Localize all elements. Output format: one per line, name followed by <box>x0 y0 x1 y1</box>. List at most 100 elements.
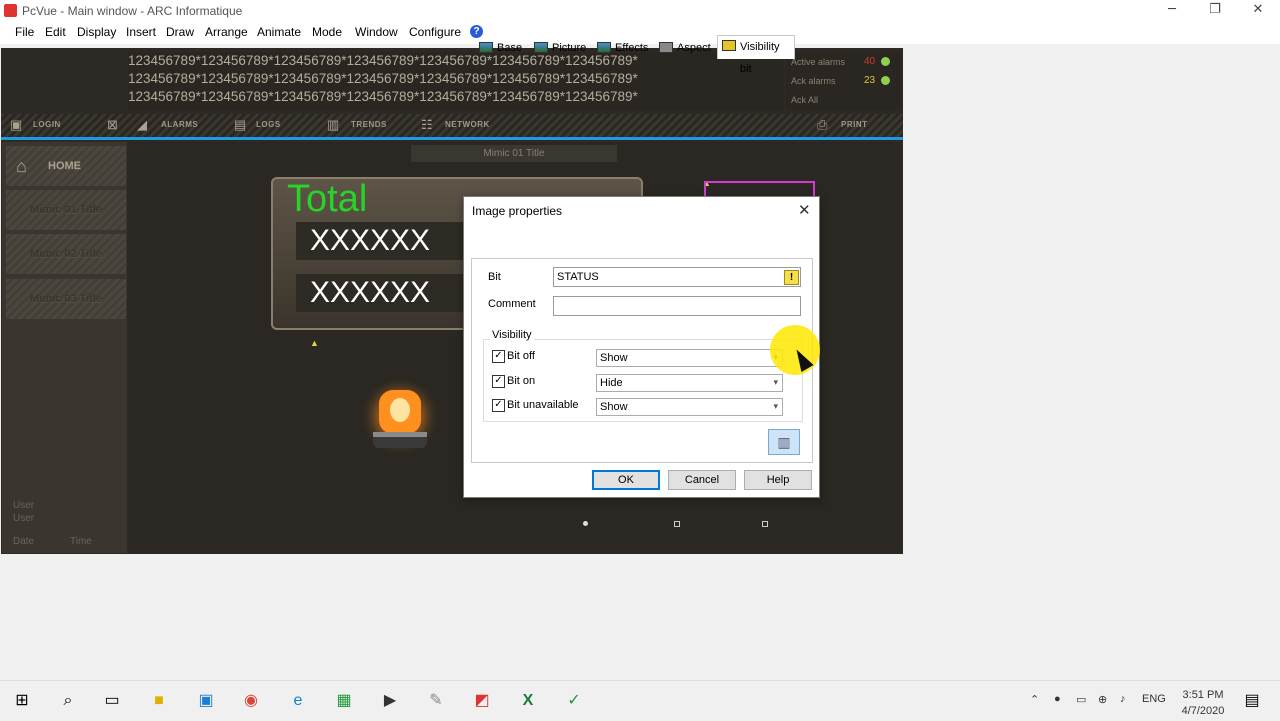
logs-icon: ▤ <box>234 117 247 132</box>
notification-icon[interactable]: ▤ <box>1240 689 1264 713</box>
menu-edit[interactable]: Edit <box>45 25 66 39</box>
network-icon[interactable]: ⊕ <box>1098 693 1107 706</box>
ack-alarms-count: 23 <box>864 75 876 86</box>
login-icon: ▣ <box>10 117 23 132</box>
nav-trends[interactable]: TRENDS <box>351 120 387 129</box>
edge-icon[interactable]: e <box>286 689 310 713</box>
visibility-group-label: Visibility <box>490 329 534 341</box>
app-icon[interactable]: ▣ <box>194 689 218 713</box>
help-icon[interactable]: ? <box>470 25 483 38</box>
bit-on-select[interactable]: Hide ▾ <box>596 374 783 392</box>
alarm-summary: Active alarms 40 Ack alarms 23 Ack All <box>786 52 901 110</box>
windows-start-icon[interactable]: ⊞ <box>10 689 34 713</box>
bit-on-value: Hide <box>600 377 623 389</box>
paint-icon[interactable]: ✎ <box>424 689 448 713</box>
tab-picture[interactable]: Picture <box>530 38 586 58</box>
restore-button[interactable]: ❐ <box>1193 0 1237 22</box>
nav-logs[interactable]: LOGS <box>256 120 281 129</box>
file-explorer-icon[interactable]: ■ <box>147 689 171 713</box>
minimize-button[interactable]: ─ <box>1150 0 1194 22</box>
print-icon: ⎙ <box>817 117 828 132</box>
chevron-up-icon[interactable]: ⌃ <box>1030 693 1039 706</box>
nav-alarms[interactable]: ALARMS <box>161 120 198 129</box>
language-indicator[interactable]: ENG <box>1142 693 1166 705</box>
chrome-icon[interactable]: ◉ <box>239 689 263 713</box>
nav-network[interactable]: NETWORK <box>445 120 490 129</box>
bit-unavailable-checkbox[interactable]: ✓ <box>492 399 505 412</box>
menu-arrange[interactable]: Arrange <box>205 25 248 39</box>
variable-browse-icon[interactable]: ! <box>784 270 799 285</box>
bit-unavailable-select[interactable]: Show ▾ <box>596 398 783 416</box>
menu-mode[interactable]: Mode <box>312 25 342 39</box>
date-label: Date <box>13 536 35 547</box>
tab-label: Effects <box>615 42 649 54</box>
bit-off-checkbox[interactable]: ✓ <box>492 350 505 363</box>
beacon-light-image[interactable] <box>360 380 440 470</box>
tab-aspect[interactable]: Aspect <box>655 38 711 58</box>
cancel-button[interactable]: Cancel <box>668 470 736 490</box>
microphone-icon[interactable]: ● <box>1054 693 1061 705</box>
mimic-title: Mimic 01 Title <box>411 145 617 162</box>
dialog-title: Image properties <box>472 204 563 218</box>
menu-configure[interactable]: Configure <box>409 25 461 39</box>
menu-draw[interactable]: Draw <box>166 25 194 39</box>
clock-date: 4/7/2020 <box>1181 705 1225 717</box>
title-bar: PcVue - Main window - ARC Informatique ─… <box>0 0 1280 22</box>
selection-handle[interactable] <box>762 521 768 527</box>
visibility-icon <box>722 40 736 51</box>
checklist-icon[interactable]: ✓ <box>562 689 586 713</box>
nav-bar: ▣ LOGIN ⊠ ◢ ALARMS ▤ LOGS ▥ TRENDS ☷ NET… <box>1 114 903 138</box>
chevron-down-icon: ▾ <box>773 402 778 412</box>
user-label: User <box>13 513 35 524</box>
battery-icon[interactable]: ▭ <box>1076 693 1086 706</box>
user-label: User <box>13 500 35 511</box>
bit-on-checkbox[interactable]: ✓ <box>492 375 505 388</box>
close-button[interactable]: ✕ <box>1236 0 1280 22</box>
menu-window[interactable]: Window <box>355 25 398 39</box>
status-led-icon <box>881 57 890 66</box>
close-icon[interactable]: ⊠ <box>107 118 123 132</box>
search-icon[interactable]: ⌕ <box>56 689 80 713</box>
menu-insert[interactable]: Insert <box>126 25 156 39</box>
nav-print[interactable]: PRINT <box>841 120 868 129</box>
image-icon <box>479 42 493 53</box>
home-button[interactable]: ⌂ HOME <box>6 146 126 186</box>
menu-display[interactable]: Display <box>77 25 116 39</box>
menu-file[interactable]: File <box>15 25 34 39</box>
sidebar-item-mimic-02[interactable]: Mimic 02 Title <box>6 234 126 274</box>
volume-icon[interactable]: ♪ <box>1120 693 1126 705</box>
sidebar-item-mimic-01[interactable]: Mimic 01 Title <box>6 190 126 230</box>
comment-field[interactable] <box>553 296 801 316</box>
nav-login[interactable]: LOGIN <box>33 120 61 129</box>
sidebar: ⌂ HOME Mimic 01 Title Mimic 02 Title Mim… <box>2 142 127 553</box>
tab-effects[interactable]: Effects <box>593 38 648 58</box>
excel-icon[interactable]: X <box>516 689 540 713</box>
tab-visibility-bit[interactable]: Visibility bit <box>717 35 795 75</box>
preview-image-button[interactable]: ▥ <box>768 429 800 455</box>
pcvue-icon[interactable]: ◩ <box>470 689 494 713</box>
selection-handle[interactable] <box>583 521 588 526</box>
active-alarms-label: Active alarms <box>791 57 846 67</box>
trends-icon: ▥ <box>327 117 340 132</box>
bit-off-select[interactable]: Show ▾ <box>596 349 783 367</box>
total-label: Total <box>287 178 368 220</box>
ack-alarms-label: Ack alarms <box>791 76 836 86</box>
bit-field[interactable]: STATUS <box>553 267 801 287</box>
bit-on-label: Bit on <box>507 375 536 387</box>
home-label: HOME <box>48 160 81 172</box>
ack-all-button[interactable]: Ack All <box>791 95 818 105</box>
bit-off-value: Show <box>600 352 628 364</box>
sidebar-item-mimic-03[interactable]: Mimic 03 Title <box>6 279 126 319</box>
clock[interactable]: 3:51 PM 4/7/2020 <box>1168 687 1238 719</box>
media-icon[interactable]: ▶ <box>378 689 402 713</box>
selection-handle[interactable] <box>674 521 680 527</box>
app-icon[interactable]: ▦ <box>332 689 356 713</box>
tab-base[interactable]: Base <box>475 38 522 58</box>
task-view-icon[interactable]: ▭ <box>100 689 124 713</box>
tab-label: Aspect <box>677 42 711 54</box>
menu-animate[interactable]: Animate <box>257 25 301 39</box>
help-button[interactable]: Help <box>744 470 812 490</box>
ok-button[interactable]: OK <box>592 470 660 490</box>
dialog-close-icon[interactable]: ✕ <box>798 201 811 219</box>
nav-divider <box>1 137 903 140</box>
